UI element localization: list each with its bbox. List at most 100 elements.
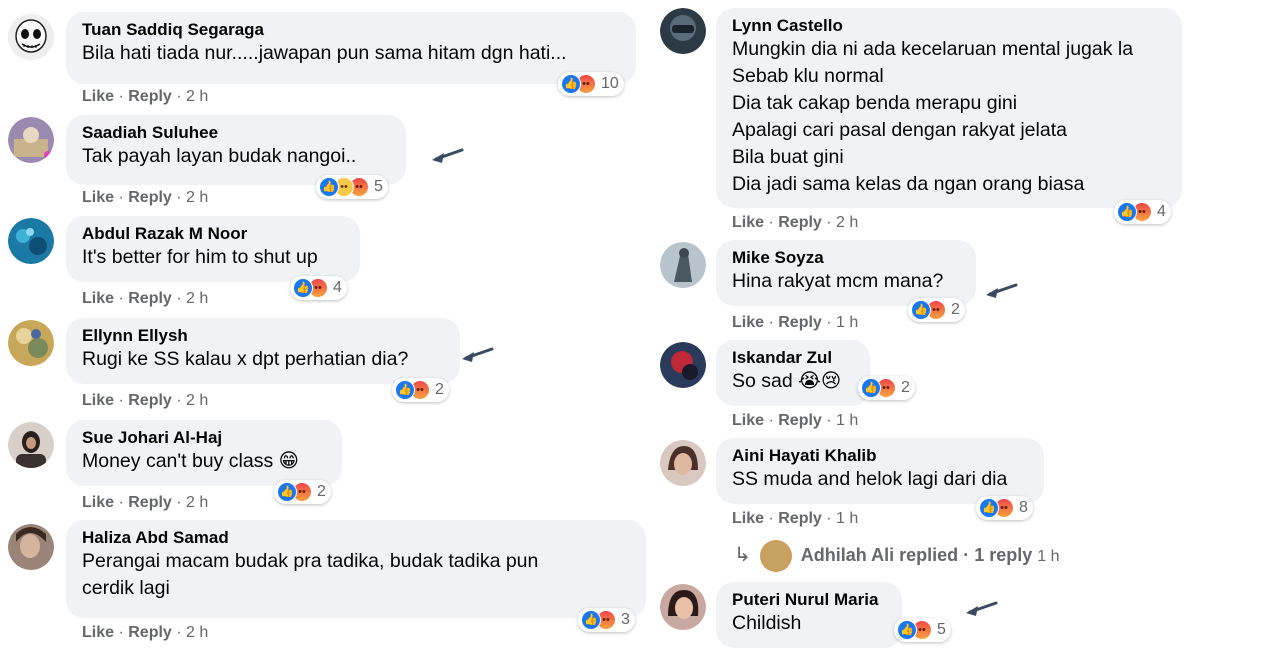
like-reaction-icon: 👍	[395, 380, 415, 400]
avatar[interactable]	[660, 342, 706, 388]
comment-timestamp[interactable]: 2 h	[186, 624, 208, 641]
like-button[interactable]: Like	[82, 392, 114, 409]
comment-timestamp[interactable]: 1 h	[836, 412, 858, 429]
comment-timestamp[interactable]: 2 h	[186, 392, 208, 409]
reply-separator: ·	[963, 544, 970, 565]
reaction-summary[interactable]: 👍 •• 3	[578, 608, 635, 632]
avatar[interactable]	[660, 440, 706, 486]
reply-timestamp: 1 h	[1037, 547, 1060, 565]
like-reaction-icon: 👍	[293, 278, 313, 298]
reaction-count: 4	[333, 279, 342, 296]
comment-text: Rugi ke SS kalau x dpt perhatian dia?	[82, 348, 409, 370]
reply-button[interactable]: Reply	[128, 290, 172, 307]
comment-actions: Like · Reply · 2 h	[82, 290, 209, 307]
like-button[interactable]: Like	[82, 494, 114, 511]
right-comment-column: Lynn Castello Mungkin dia ni ada kecelar…	[660, 0, 1280, 650]
reaction-summary[interactable]: 👍 •• •• 5	[316, 175, 388, 199]
comment-author[interactable]: Lynn Castello	[732, 16, 1166, 36]
avatar[interactable]	[8, 14, 54, 60]
reaction-summary[interactable]: 👍 •• 5	[894, 618, 951, 642]
comment-timestamp[interactable]: 2 h	[186, 290, 208, 307]
reply-button[interactable]: Reply	[778, 510, 822, 527]
reaction-summary[interactable]: 👍 •• 10	[558, 72, 624, 96]
comment-author[interactable]: Saadiah Suluhee	[82, 123, 390, 143]
comment-author[interactable]: Ellynn Ellysh	[82, 326, 444, 346]
like-button[interactable]: Like	[82, 88, 114, 105]
avatar[interactable]	[8, 218, 54, 264]
comment-text: Hina rakyat mcm mana?	[732, 270, 944, 292]
like-reaction-icon: 👍	[319, 177, 339, 197]
view-replies-link[interactable]: ↳ Adhilah Ali replied · 1 reply 1 h	[734, 540, 1060, 572]
reply-button[interactable]: Reply	[778, 412, 822, 429]
comment-timestamp[interactable]: 2 h	[186, 494, 208, 511]
comment-author[interactable]: Mike Soyza	[732, 248, 960, 268]
comment-actions: Like · Reply · 2 h	[82, 88, 209, 105]
comment-timestamp[interactable]: 2 h	[186, 189, 208, 206]
avatar[interactable]	[660, 8, 706, 54]
comment-actions: Like · Reply · 2 h	[732, 214, 859, 231]
reaction-summary[interactable]: 👍 •• 2	[908, 298, 965, 322]
comment-bubble: Abdul Razak M Noor It's better for him t…	[66, 216, 360, 282]
like-reaction-icon: 👍	[277, 482, 297, 502]
reaction-summary[interactable]: 👍 •• 2	[274, 480, 331, 504]
reply-button[interactable]: Reply	[128, 189, 172, 206]
reply-button[interactable]: Reply	[778, 214, 822, 231]
comment-text: Money can't buy class 😁	[82, 450, 299, 472]
avatar[interactable]	[8, 422, 54, 468]
avatar[interactable]	[8, 117, 54, 163]
like-button[interactable]: Like	[732, 412, 764, 429]
annotation-arrow-icon	[462, 347, 494, 362]
comment-timestamp[interactable]: 2 h	[186, 88, 208, 105]
comment-timestamp[interactable]: 2 h	[836, 214, 858, 231]
like-button[interactable]: Like	[732, 214, 764, 231]
reaction-summary[interactable]: 👍 •• 4	[290, 276, 347, 300]
reply-button[interactable]: Reply	[128, 392, 172, 409]
comment-timestamp[interactable]: 1 h	[836, 314, 858, 331]
avatar[interactable]	[8, 524, 54, 570]
reply-count[interactable]: 1 reply	[974, 545, 1032, 565]
comment-actions: Like · Reply · 2 h	[82, 624, 209, 641]
like-button[interactable]: Like	[82, 290, 114, 307]
comment-author[interactable]: Haliza Abd Samad	[82, 528, 630, 548]
reaction-count: 2	[901, 379, 910, 396]
avatar[interactable]	[8, 320, 54, 366]
reply-arrow-icon: ↳	[734, 543, 751, 566]
comment-author[interactable]: Sue Johari Al-Haj	[82, 428, 326, 448]
comment-text: It's better for him to shut up	[82, 246, 318, 268]
like-reaction-icon: 👍	[581, 610, 601, 630]
annotation-arrow-icon	[432, 148, 464, 163]
reply-button[interactable]: Reply	[128, 494, 172, 511]
like-reaction-icon: 👍	[861, 378, 881, 398]
comment-author[interactable]: Tuan Saddiq Segaraga	[82, 20, 620, 40]
comment-text: Childish	[732, 612, 802, 634]
avatar[interactable]	[660, 242, 706, 288]
reaction-count: 5	[374, 178, 383, 195]
comment-author[interactable]: Iskandar Zul	[732, 348, 854, 368]
reaction-count: 2	[317, 483, 326, 500]
reaction-count: 3	[621, 611, 630, 628]
comment-bubble: Mike Soyza Hina rakyat mcm mana?	[716, 240, 976, 306]
comment-author[interactable]: Aini Hayati Khalib	[732, 446, 1028, 466]
comment-bubble: Sue Johari Al-Haj Money can't buy class …	[66, 420, 342, 486]
reply-author[interactable]: Adhilah Ali	[801, 545, 894, 565]
annotation-arrow-icon	[986, 283, 1018, 298]
reaction-summary[interactable]: 👍 •• 2	[858, 376, 915, 400]
like-button[interactable]: Like	[82, 624, 114, 641]
like-button[interactable]: Like	[732, 314, 764, 331]
reaction-summary[interactable]: 👍 •• 8	[976, 496, 1033, 520]
comment-bubble: Ellynn Ellysh Rugi ke SS kalau x dpt per…	[66, 318, 460, 384]
comment-author[interactable]: Puteri Nurul Maria	[732, 590, 886, 610]
reaction-summary[interactable]: 👍 •• 2	[392, 378, 449, 402]
like-button[interactable]: Like	[82, 189, 114, 206]
reaction-count: 8	[1019, 499, 1028, 516]
reaction-summary[interactable]: 👍 •• 4	[1114, 200, 1171, 224]
avatar[interactable]	[660, 584, 706, 630]
reply-button[interactable]: Reply	[778, 314, 822, 331]
like-button[interactable]: Like	[732, 510, 764, 527]
reply-button[interactable]: Reply	[128, 88, 172, 105]
comment-timestamp[interactable]: 1 h	[836, 510, 858, 527]
comment-text: Tak payah layan budak nangoi..	[82, 145, 357, 167]
reply-button[interactable]: Reply	[128, 624, 172, 641]
reaction-count: 10	[601, 75, 619, 92]
comment-author[interactable]: Abdul Razak M Noor	[82, 224, 344, 244]
